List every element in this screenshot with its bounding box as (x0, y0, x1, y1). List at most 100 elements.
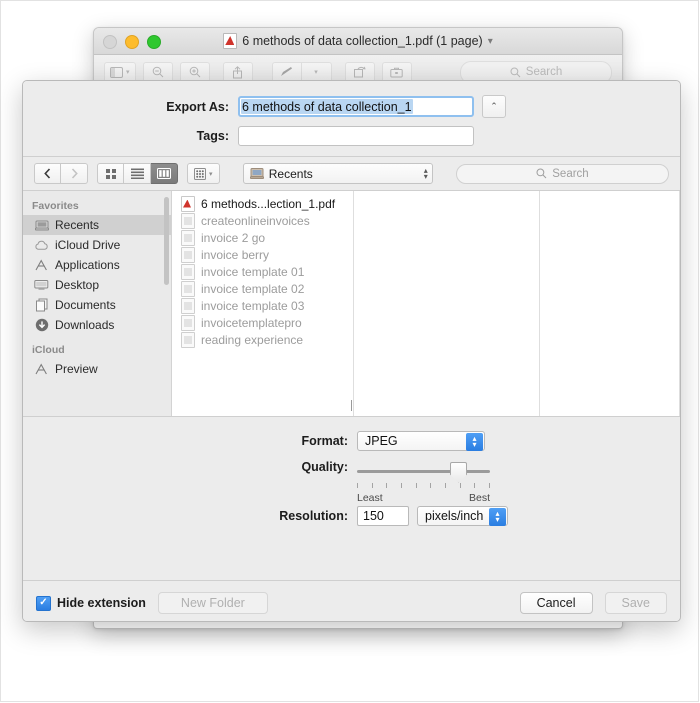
export-as-input[interactable] (238, 96, 474, 117)
applications-icon (34, 258, 49, 272)
pdf-file-icon (181, 195, 195, 212)
save-button[interactable]: Save (604, 592, 667, 614)
sidebar-item-desktop[interactable]: Desktop (23, 275, 171, 295)
list-item[interactable]: invoice template 02 (172, 280, 353, 297)
export-as-label: Export As: (166, 99, 229, 114)
quality-label: Quality: (301, 460, 348, 474)
list-item[interactable]: invoice berry (172, 246, 353, 263)
file-name: invoice template 03 (201, 298, 305, 313)
list-item[interactable]: 6 methods...lection_1.pdf (172, 195, 353, 212)
chevron-down-icon: ▾ (314, 69, 318, 76)
document-file-icon (181, 280, 195, 297)
export-as-field-wrap: 6 methods of data collection_1 (238, 96, 474, 117)
sidebar-item-downloads[interactable]: Downloads (23, 315, 171, 335)
preview-titlebar: 6 methods of data collection_1.pdf (1 pa… (94, 28, 622, 55)
document-file-icon (181, 229, 195, 246)
zoom-in-icon (189, 66, 201, 78)
search-icon (510, 67, 521, 78)
list-view-icon (130, 168, 144, 179)
sidebar-item-applications[interactable]: Applications (23, 255, 171, 275)
icon-view-icon (105, 168, 117, 180)
file-name: reading experience (201, 332, 304, 347)
sidebar-item-label: Downloads (55, 318, 115, 332)
quality-best-label: Best (468, 491, 490, 504)
sidebar-item-icloud-drive[interactable]: iCloud Drive (23, 235, 171, 255)
chevron-left-icon (44, 168, 51, 179)
list-view-button[interactable] (124, 163, 151, 184)
file-browser-column-2 (354, 191, 540, 416)
new-folder-button[interactable]: New Folder (157, 592, 268, 614)
column-view-button[interactable] (151, 163, 178, 184)
cancel-button[interactable]: Cancel (519, 592, 593, 614)
toolbox-icon (390, 66, 403, 78)
tags-row: Tags: (23, 126, 680, 146)
sidebar-item-recents[interactable]: Recents (23, 215, 171, 235)
traffic-lights (103, 35, 161, 49)
expand-dialog-button[interactable]: ⌃ (482, 95, 506, 118)
rotate-icon (353, 66, 366, 78)
sidebar-section-header-icloud: iCloud (32, 344, 65, 356)
chevron-up-icon: ⌃ (490, 101, 498, 111)
format-value: JPEG (365, 434, 398, 448)
document-file-icon (181, 331, 195, 348)
sidebar-item-label: Applications (55, 258, 120, 272)
chevron-down-icon: ▾ (126, 69, 130, 76)
column-view-icon (157, 168, 171, 179)
forward-button[interactable] (61, 163, 88, 184)
sidebar-item-label: Desktop (55, 278, 100, 292)
close-button[interactable] (103, 35, 117, 49)
format-label: Format: (301, 434, 348, 448)
hide-extension-label: Hide extension (57, 596, 146, 610)
arrange-by-button[interactable]: ▾ (187, 163, 220, 184)
recents-icon (34, 218, 49, 232)
list-item[interactable]: invoice 2 go (172, 229, 353, 246)
format-popup-button[interactable]: JPEG ▴ ▾ (357, 431, 485, 451)
hide-extension-checkbox[interactable]: ✓ Hide extension (36, 595, 146, 611)
zoom-out-icon (152, 66, 164, 78)
resolution-unit-popup[interactable]: pixels/inch ▴ ▾ (417, 506, 508, 526)
quality-least-label: Least (357, 491, 383, 504)
icon-view-button[interactable] (97, 163, 124, 184)
location-popup-button[interactable]: Recents ▴ ▾ (242, 163, 433, 184)
chevron-down-icon[interactable]: ▾ (488, 36, 493, 47)
resolution-input[interactable] (357, 506, 409, 526)
file-name: invoice 2 go (201, 230, 266, 245)
quality-row: Quality: Least Best (23, 460, 680, 504)
recents-icon (249, 167, 264, 180)
minimize-button[interactable] (125, 35, 139, 49)
quality-slider-labels: Least Best (357, 492, 490, 504)
markup-pen-icon (280, 66, 293, 78)
view-mode-buttons (97, 163, 178, 184)
document-file-icon (181, 212, 195, 229)
share-icon (232, 65, 243, 79)
file-search-placeholder: Search (552, 167, 589, 180)
sidebar-item-documents[interactable]: Documents (23, 295, 171, 315)
location-stepper-icon: ▴ ▾ (423, 165, 428, 181)
sidebar-item-preview[interactable]: Preview (23, 359, 171, 379)
desktop-icon (34, 278, 49, 292)
list-item[interactable]: createonlineinvoices (172, 212, 353, 229)
popup-arrows-icon: ▴ ▾ (466, 433, 483, 451)
sidebar-section-header-favorites: Favorites (32, 200, 79, 212)
quality-slider-track (357, 469, 490, 473)
checkmark-icon: ✓ (36, 595, 51, 611)
list-item[interactable]: invoicetemplatepro (172, 314, 353, 331)
window-title-text: 6 methods of data collection_1.pdf (1 pa… (242, 34, 483, 48)
resolution-unit-value: pixels/inch (425, 509, 484, 523)
back-button[interactable] (34, 163, 61, 184)
tags-input[interactable] (238, 126, 474, 146)
sidebar-scrollbar[interactable] (164, 197, 169, 285)
chevron-down-icon: ▾ (209, 170, 213, 178)
zoom-button[interactable] (147, 35, 161, 49)
list-item[interactable]: invoice template 03 (172, 297, 353, 314)
list-item[interactable]: invoice template 01 (172, 263, 353, 280)
documents-icon (34, 298, 49, 312)
list-item[interactable]: reading experience (172, 331, 353, 348)
file-search-field[interactable]: Search (455, 163, 669, 184)
sidebar-icon (110, 66, 123, 78)
quality-slider-thumb[interactable] (450, 461, 467, 483)
screenshot-frame: 6 methods of data collection_1.pdf (1 pa… (0, 0, 699, 702)
document-file-icon (181, 314, 195, 331)
quality-slider[interactable]: Least Best (357, 461, 490, 504)
export-options-panel: Format: JPEG ▴ ▾ Quality: Least Best Res… (23, 417, 680, 581)
